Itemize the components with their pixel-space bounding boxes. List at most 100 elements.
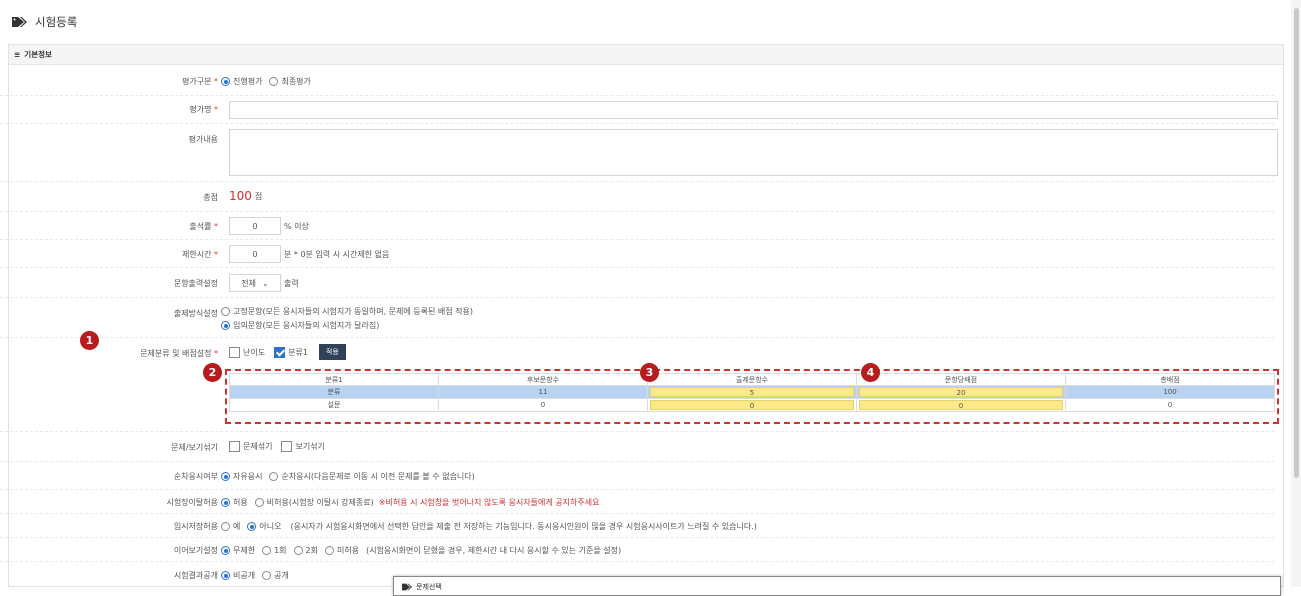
temp-save-label: 임시저장허용: [173, 522, 218, 531]
scrollbar[interactable]: [1291, 0, 1301, 587]
col-header: 문항당배점: [856, 373, 1066, 386]
table-cell: 11: [438, 385, 648, 399]
question-count-input[interactable]: 5: [650, 387, 854, 397]
total-value: 100: [229, 189, 252, 203]
checkbox-category1[interactable]: [274, 346, 286, 358]
output-label: 문항출력설정: [173, 279, 218, 288]
radio-temp-save-yes[interactable]: [221, 522, 230, 531]
col-header: 출제문항수: [647, 373, 857, 386]
radio-final-eval[interactable]: [269, 77, 279, 86]
tag-icon: [12, 17, 27, 27]
time-limit-suffix: 분 * 0분 입력 시 시간제한 없음: [284, 249, 390, 259]
table-cell-input: 0: [647, 398, 857, 412]
time-limit-label: 제한시간 *: [182, 250, 218, 259]
row-time-limit: 제한시간 * 0 분 * 0분 입력 시 시간제한 없음: [0, 240, 1274, 268]
leave-warning: ※비허용 시 시험창을 벗어나지 않도록 응시자들에게 공지하주세요: [378, 498, 600, 507]
eval-name-label: 평가명 *: [189, 105, 218, 114]
radio-resume-deny[interactable]: [325, 546, 334, 555]
panel-header: ≡ 기본정보: [9, 45, 1283, 65]
checkbox-category1-label: 분류1: [288, 347, 308, 357]
checkbox-shuffle-questions-label: 문제섞기: [243, 442, 273, 451]
question-select-popup: 문제선택: [393, 576, 1281, 596]
radio-temp-save-no[interactable]: [247, 522, 257, 531]
row-shuffle: 문제/보기섞기 문제섞기 보기섞기: [0, 432, 1274, 462]
radio-resume-once[interactable]: [262, 546, 272, 555]
popup-title: 문제선택: [416, 583, 442, 591]
output-suffix: 출력: [284, 278, 299, 288]
row-method: 출제방식설정 고정문항(모든 응시자들의 시험지가 동일하며, 문제에 등록된 …: [0, 298, 1274, 338]
row-output: 문항출력설정 전체 ⌄ 출력: [0, 268, 1274, 298]
resume-field: 무제한 1회 2회 미허용 (시험응시화면이 닫혔을 경우, 제한시간 내 다시…: [221, 545, 621, 556]
order-field: 자유응시 순차응시(다음문제로 이동 시 이전 문제를 볼 수 없습니다): [221, 471, 475, 482]
time-limit-input[interactable]: 0: [229, 245, 281, 263]
category-controls: 난이도 분류1 적용: [229, 344, 346, 360]
radio-deny-leave[interactable]: [254, 498, 264, 507]
radio-resume-deny-label: 미허용: [337, 546, 360, 555]
radio-resume-unlimited-label: 무제한: [233, 546, 256, 555]
checkbox-difficulty[interactable]: [229, 346, 240, 358]
checkbox-shuffle-options-label: 보기섞기: [295, 442, 325, 451]
category-label: 문제분류 및 배점설정 *: [140, 349, 218, 358]
annotation-badge-2: 2: [203, 363, 222, 382]
eval-type-label: 평가구분 *: [182, 77, 218, 86]
category-table-header: 분류1 후보문항수 출제문항수 문항당배점 총배점: [229, 373, 1275, 386]
result-label: 시험결과공개: [173, 571, 218, 580]
eval-name-input[interactable]: [229, 101, 1278, 119]
radio-allow-leave[interactable]: [221, 498, 230, 507]
score-per-question-input[interactable]: 20: [859, 387, 1063, 397]
eval-content-label: 평가내용: [188, 135, 218, 144]
score-per-question-input[interactable]: 0: [859, 400, 1063, 410]
page-header: 시험등록: [12, 12, 77, 32]
radio-resume-twice[interactable]: [293, 546, 303, 555]
annotation-badge-4: 4: [861, 363, 880, 382]
radio-progress-eval-label: 진행평가: [233, 77, 263, 86]
radio-result-public-label: 공개: [274, 571, 289, 580]
radio-random[interactable]: [221, 321, 230, 330]
time-limit-field: 0 분 * 0분 입력 시 시간제한 없음: [229, 245, 389, 263]
tag-icon: [402, 583, 412, 591]
radio-resume-unlimited[interactable]: [221, 546, 230, 555]
eval-content-textarea[interactable]: [229, 129, 1278, 176]
table-row[interactable]: 분류 11 5 20 100: [229, 385, 1275, 399]
attendance-field: 0 % 이상: [229, 217, 309, 235]
radio-progress-eval[interactable]: [221, 77, 230, 86]
radio-sequential-label: 순차응시(다음문제로 이동 시 이전 문제를 볼 수 없습니다): [281, 472, 475, 481]
radio-free-order[interactable]: [221, 472, 230, 481]
method-label: 출제방식설정: [173, 309, 218, 318]
list-icon: ≡: [14, 50, 21, 59]
leave-field: 허용 비허용(시험장 이탈시 강제종료) ※비허용 시 시험창을 벗어나지 않도…: [221, 497, 599, 508]
annotation-badge-3: 3: [640, 363, 659, 382]
radio-fixed[interactable]: [221, 307, 230, 316]
row-order: 순차응시여부 자유응시 순차응시(다음문제로 이동 시 이전 문제를 볼 수 없…: [0, 462, 1274, 490]
checkbox-shuffle-options[interactable]: [281, 441, 293, 452]
radio-result-public[interactable]: [262, 571, 272, 580]
radio-result-private[interactable]: [221, 571, 230, 580]
output-select[interactable]: 전체 ⌄: [229, 274, 281, 292]
temp-save-field: 예 아니오 (응시자가 시험응시화면에서 선택한 답안을 제출 전 저장하는 기…: [221, 521, 757, 532]
row-eval-content: 평가내용: [0, 124, 1278, 182]
row-temp-save: 임시저장허용 예 아니오 (응시자가 시험응시화면에서 선택한 답안을 제출 전…: [0, 514, 1274, 538]
table-row[interactable]: 설문 0 0 0 0: [229, 398, 1275, 412]
table-cell: 설문: [229, 398, 439, 412]
radio-final-eval-label: 최종평가: [281, 77, 311, 86]
shuffle-label: 문제/보기섞기: [171, 443, 218, 452]
col-header: 총배점: [1065, 373, 1275, 386]
scrollbar-thumb[interactable]: [1294, 8, 1299, 478]
resume-note: (시험응시화면이 닫혔을 경우, 제한시간 내 다시 응시할 수 있는 기준을 …: [366, 546, 622, 555]
radio-allow-leave-label: 허용: [233, 498, 248, 507]
checkbox-shuffle-questions[interactable]: [229, 441, 240, 452]
radio-result-private-label: 비공개: [233, 571, 256, 580]
radio-fixed-label: 고정문항(모든 응시자들의 시험지가 동일하며, 문제에 등록된 배점 적용): [233, 307, 474, 316]
radio-resume-twice-label: 2회: [305, 546, 318, 555]
row-resume: 이어보기설정 무제한 1회 2회 미허용 (시험응시화면이 닫혔을 경우, 제한…: [0, 538, 1274, 562]
attendance-input[interactable]: 0: [229, 217, 281, 235]
temp-save-note: (응시자가 시험응시화면에서 선택한 답안을 제출 전 저장하는 기능입니다. …: [290, 522, 757, 531]
order-label: 순차응시여부: [173, 472, 218, 481]
category-table: 분류1 후보문항수 출제문항수 문항당배점 총배점 분류 11 5 20 100…: [229, 373, 1275, 412]
radio-free-order-label: 자유응시: [233, 472, 263, 481]
question-count-input[interactable]: 0: [650, 400, 854, 410]
method-option-fixed: 고정문항(모든 응시자들의 시험지가 동일하며, 문제에 등록된 배점 적용): [221, 306, 473, 317]
apply-button[interactable]: 적용: [318, 344, 346, 360]
row-eval-type: 평가구분 * 진행평가 최종평가: [0, 66, 1274, 96]
radio-sequential[interactable]: [269, 472, 279, 481]
